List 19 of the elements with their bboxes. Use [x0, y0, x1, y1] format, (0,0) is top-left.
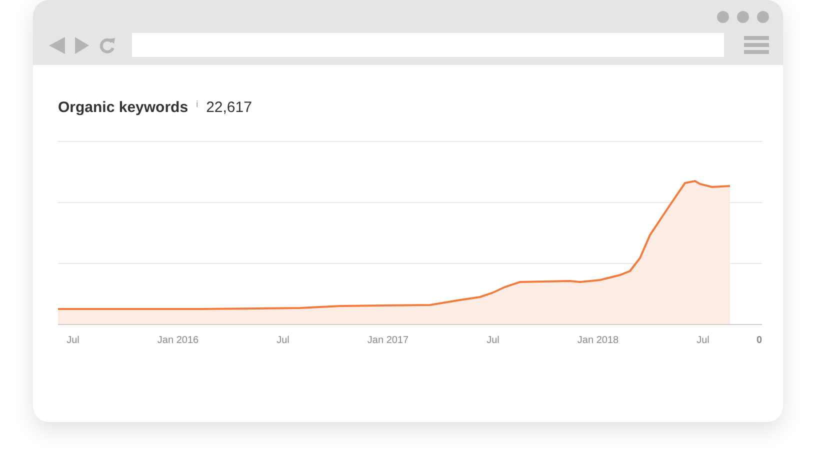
window-dot [717, 11, 729, 23]
info-mark[interactable]: i [196, 99, 198, 109]
axis-label: Jan 2016 [156, 335, 200, 346]
metric-value: 22,617 [206, 99, 252, 116]
address-bar[interactable] [132, 33, 724, 57]
forward-icon[interactable] [75, 36, 89, 54]
axis-label: Jan 2018 [576, 335, 620, 346]
axis-label: Jan 2017 [366, 335, 410, 346]
axis-label: 0 [756, 335, 762, 346]
window-dot [737, 11, 749, 23]
menu-icon[interactable] [744, 36, 769, 54]
metric-title: Organic keywords [58, 99, 188, 116]
axis-label: Jul [276, 335, 290, 346]
reload-icon[interactable] [99, 36, 116, 54]
axis-label: Jul [66, 335, 80, 346]
axis-label: Jul [486, 335, 500, 346]
back-icon[interactable] [49, 36, 65, 54]
axis-label: Jul [696, 335, 710, 346]
window-dot [757, 11, 769, 23]
